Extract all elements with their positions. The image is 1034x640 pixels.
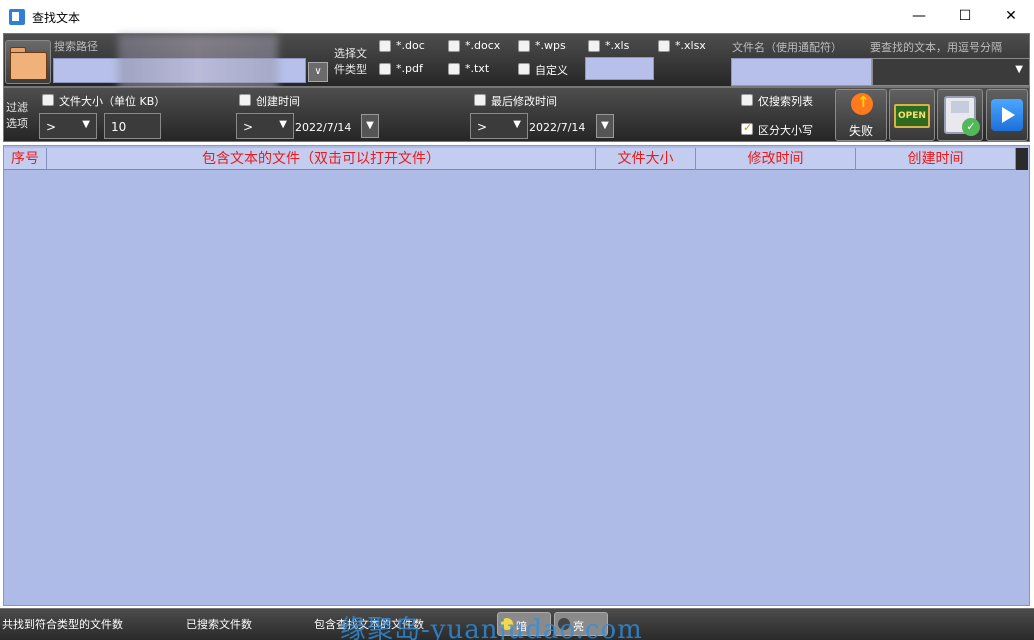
fail-button[interactable]: 失败 [835,89,887,141]
created-date-value[interactable]: 2022/7/14 [295,121,351,134]
modified-time-operator[interactable]: > ▼ [470,113,528,139]
column-header-size[interactable]: 文件大小 [596,148,696,170]
watermark-text: 缘聚岛-yuanjudao.com [340,615,643,640]
filter-label-2: 选项 [6,117,28,130]
type-xls-checkbox[interactable] [588,40,600,52]
maximize-button[interactable]: ☐ [942,0,988,33]
search-path-history-button[interactable]: ∨ [308,62,328,82]
chevron-down-icon: ▼ [82,119,90,130]
modified-date-picker-button[interactable]: ▼ [596,114,614,138]
column-header-created[interactable]: 创建时间 [856,148,1016,170]
created-date-picker-button[interactable]: ▼ [361,114,379,138]
close-button[interactable]: ✕ [988,0,1034,33]
type-custom-checkbox[interactable] [518,63,530,75]
modified-date-value[interactable]: 2022/7/14 [529,121,585,134]
column-header-index[interactable]: 序号 [4,148,47,170]
window-title: 查找文本 [32,11,81,25]
filename-label: 文件名（使用通配符） [732,41,842,54]
file-type-label-2: 件类型 [334,63,367,76]
case-sensitive-label: 区分大小写 [758,124,813,137]
file-size-checkbox[interactable] [42,94,54,106]
search-path-label: 搜索路径 [54,40,98,53]
created-time-operator[interactable]: > ▼ [236,113,294,139]
browse-folder-button[interactable] [5,40,51,84]
app-icon [9,9,25,25]
type-wps-label: *.wps [535,39,566,52]
searched-count-label: 已搜索文件数 [186,618,252,631]
chevron-down-icon: ▼ [513,119,521,130]
filter-label-1: 过滤 [6,101,28,114]
modified-time-label: 最后修改时间 [491,95,557,108]
file-type-label-1: 选择文 [334,47,367,60]
chevron-down-icon: ▼ [279,119,287,130]
file-size-label: 文件大小（单位 KB） [59,95,166,108]
type-txt-label: *.txt [465,62,490,75]
title-bar: 查找文本 — ☐ ✕ [0,0,1034,33]
column-header-file[interactable]: 包含文本的文件（双击可以打开文件） [47,148,596,170]
created-time-checkbox[interactable] [239,94,251,106]
checkmark-icon: ✓ [962,118,980,136]
type-docx-checkbox[interactable] [448,40,460,52]
matched-types-count-label: 共找到符合类型的文件数 [2,618,123,631]
fail-button-label: 失败 [848,124,873,138]
start-search-button[interactable] [986,89,1028,141]
type-doc-label: *.doc [396,39,425,52]
type-xlsx-label: *.xlsx [675,39,706,52]
column-header-modified[interactable]: 修改时间 [696,148,856,170]
floppy-disk-icon: ✓ [944,96,980,136]
file-size-input[interactable]: 10 [104,113,161,139]
type-wps-checkbox[interactable] [518,40,530,52]
modified-time-checkbox[interactable] [474,94,486,106]
open-file-button[interactable]: OPEN [889,89,935,141]
type-xls-label: *.xls [605,39,630,52]
custom-type-input[interactable] [585,57,654,80]
minimize-button[interactable]: — [896,0,942,33]
type-doc-checkbox[interactable] [379,40,391,52]
chevron-down-icon: ▼ [1015,64,1023,75]
type-xlsx-checkbox[interactable] [658,40,670,52]
case-sensitive-checkbox[interactable] [741,121,753,135]
type-txt-checkbox[interactable] [448,63,460,75]
save-results-button[interactable]: ✓ [937,89,983,141]
open-sign-icon: OPEN [894,104,930,128]
search-text-label: 要查找的文本，用逗号分隔 [870,41,1002,54]
search-text-input[interactable]: ▼ [872,58,1030,86]
search-list-only-checkbox[interactable] [741,94,753,106]
type-custom-label: 自定义 [535,64,568,77]
type-pdf-label: *.pdf [396,62,423,75]
search-list-only-label: 仅搜索列表 [758,95,813,108]
play-icon [991,99,1023,131]
scrollbar-corner [1016,148,1028,170]
results-table[interactable]: 序号 包含文本的文件（双击可以打开文件） 文件大小 修改时间 创建时间 [3,145,1030,606]
type-docx-label: *.docx [465,39,501,52]
file-size-operator[interactable]: > ▼ [39,113,97,139]
filename-input[interactable] [731,58,872,86]
type-pdf-checkbox[interactable] [379,63,391,75]
table-header: 序号 包含文本的文件（双击可以打开文件） 文件大小 修改时间 创建时间 [4,148,1016,170]
up-arrow-icon [851,93,873,115]
created-time-label: 创建时间 [256,95,300,108]
